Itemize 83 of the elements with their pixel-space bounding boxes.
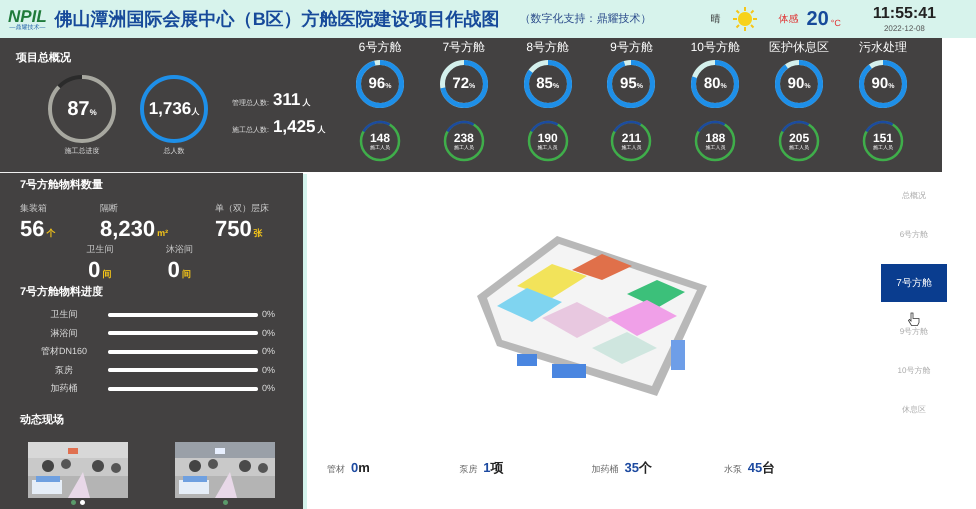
summary-label: 管材 — [327, 462, 345, 476]
worker-ring — [526, 120, 569, 162]
worker-ring — [694, 120, 736, 162]
summary-value: 0m — [351, 458, 370, 476]
material-value: 0 间 — [168, 256, 191, 284]
pod-name: 8号方舱 — [526, 39, 569, 56]
material-label: 隔断 — [100, 202, 119, 214]
worker-ring — [442, 120, 485, 162]
worker-ring — [610, 120, 652, 162]
worker-ring — [359, 120, 401, 162]
progress-item-label: 淋浴间 — [50, 326, 78, 340]
progress-item-label: 泵房 — [54, 364, 74, 376]
material-label: 卫生间 — [86, 242, 114, 256]
section-title: 7号方舱物料数量 — [20, 178, 104, 193]
worker-count: 211 — [622, 132, 642, 144]
logo: NPIL — [8, 8, 47, 24]
worker-count: 148 — [370, 132, 390, 144]
summary-label: 加药桶 — [592, 462, 618, 476]
pod-progress-ring — [440, 60, 488, 108]
section-title: 动态现场 — [20, 412, 65, 428]
support-note: （数字化支持：鼎耀技术） — [520, 12, 652, 27]
pod-name: 污水处理 — [858, 39, 907, 56]
worker-count: 205 — [789, 132, 810, 144]
stat-value: 311 人 — [272, 88, 310, 110]
sun-icon — [732, 6, 758, 32]
weather-condition: 晴 — [710, 12, 720, 26]
pod-progress-ring — [858, 60, 907, 108]
material-label: 单（双）层床 — [215, 202, 270, 214]
material-label: 集装箱 — [20, 202, 48, 214]
progress-reading: 0% — [262, 364, 276, 376]
pod-progress-ring — [691, 60, 740, 108]
nav-tab[interactable]: 6号方舱 — [881, 225, 947, 244]
pod-name: 7号方舱 — [442, 39, 486, 56]
material-label: 沐浴间 — [166, 242, 193, 256]
material-value: 750 张 — [215, 215, 264, 242]
total-ring — [140, 74, 208, 142]
section-title: 项目总概况 — [16, 50, 72, 66]
worker-count: 151 — [872, 132, 893, 144]
page-title: 佛山潭洲国际会展中心（B区）方舱医院建设项目作战图 — [54, 8, 500, 30]
nav-tab[interactable]: 总概况 — [881, 186, 947, 205]
pod-progress-ring — [356, 60, 404, 108]
temperature: 20 — [806, 7, 829, 32]
summary-value: 45台 — [748, 458, 776, 476]
nav-tab[interactable]: 7号方舱 — [881, 264, 947, 302]
pointer-cursor-icon — [908, 312, 920, 327]
worker-count: 238 — [454, 132, 474, 144]
summary-value: 1项 — [483, 458, 504, 476]
pod-name: 6号方舱 — [358, 39, 402, 56]
summary-label: 泵房 — [459, 462, 478, 476]
worker-count: 188 — [705, 132, 726, 144]
stat-value: 1,425 人 — [272, 116, 326, 138]
progress-reading: 0% — [262, 345, 276, 358]
pod-progress-ring — [607, 60, 656, 108]
progress-item-label: 管材DN160 — [40, 345, 88, 358]
progress-reading: 0% — [262, 382, 276, 395]
material-value: 56 个 — [20, 215, 56, 242]
pod-progress-ring — [775, 60, 824, 108]
pod-name: 9号方舱 — [610, 39, 653, 56]
summary-value: 35个 — [624, 458, 652, 476]
progress-reading: 0% — [262, 326, 276, 340]
feels-like-label: 体感 — [778, 12, 798, 26]
material-value: 0 间 — [88, 256, 112, 284]
progress-ring — [48, 74, 116, 142]
nav-tab[interactable]: 9号方舱 — [881, 322, 947, 341]
nav-tab[interactable]: 10号方舱 — [881, 361, 947, 380]
worker-ring — [778, 120, 820, 162]
nav-tab[interactable]: 休息区 — [881, 400, 947, 419]
progress-item-label: 卫生间 — [50, 308, 78, 321]
material-value: 8,230 m² — [100, 215, 170, 242]
pod-name: 医护休息区 — [769, 39, 830, 56]
total-value: 1,736人 — [148, 98, 200, 120]
pod-progress-ring — [524, 60, 572, 108]
pod-name: 10号方舱 — [690, 39, 740, 56]
summary-label: 水泵 — [724, 462, 742, 476]
progress-item-label: 加药桶 — [50, 382, 78, 395]
worker-count: 190 — [538, 132, 558, 144]
clock-time: 11:55:41 — [872, 4, 936, 24]
progress-reading: 0% — [262, 308, 276, 321]
progress-value: 87% — [67, 96, 97, 122]
section-title: 7号方舱物料进度 — [20, 284, 104, 300]
worker-ring — [862, 120, 904, 162]
temperature-unit: °C — [830, 16, 841, 30]
clock-date: 2022-12-08 — [884, 24, 925, 34]
